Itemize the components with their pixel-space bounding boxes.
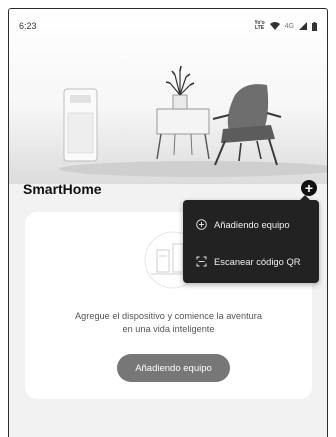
air-purifier-illustration <box>63 88 98 162</box>
menu-item-scan-qr-label: Escanear código QR <box>214 255 301 267</box>
menu-item-scan-qr[interactable]: Escanear código QR <box>183 243 319 279</box>
empty-state-message-line2: en una vida inteligente <box>122 324 215 334</box>
app-title: SmartHome <box>23 181 102 197</box>
phone-screen: 6:23 Yo'o LTE 4G SmartHome + Agregue el … <box>8 8 328 437</box>
volte-icon: Yo'o LTE <box>254 20 265 31</box>
battery-icon <box>312 21 317 31</box>
status-icons: Yo'o LTE 4G <box>254 21 317 31</box>
menu-item-add-device-label: Añadiendo equipo <box>214 218 290 230</box>
menu-item-add-device[interactable]: Añadiendo equipo <box>183 206 319 242</box>
scan-icon <box>196 256 207 267</box>
plus-icon: + <box>304 180 314 196</box>
wifi-icon <box>269 22 280 30</box>
add-circle-icon <box>196 218 207 230</box>
armchair-illustration <box>212 84 282 166</box>
add-device-button[interactable]: + <box>301 180 317 196</box>
network-type-label: 4G <box>284 22 294 30</box>
status-time: 6:23 <box>19 21 37 31</box>
empty-state-message: Agregue el dispositivo y comience la ave… <box>25 310 312 336</box>
status-bar: 6:23 Yo'o LTE 4G <box>9 9 327 43</box>
add-device-primary-button[interactable]: Añadiendo equipo <box>117 354 230 382</box>
empty-state-message-line1: Agregue el dispositivo y comience la ave… <box>75 311 262 321</box>
add-menu-dropdown: Añadiendo equipo Escanear código QR <box>183 195 319 283</box>
side-table-illustration <box>156 65 210 160</box>
signal-icon <box>299 22 307 30</box>
